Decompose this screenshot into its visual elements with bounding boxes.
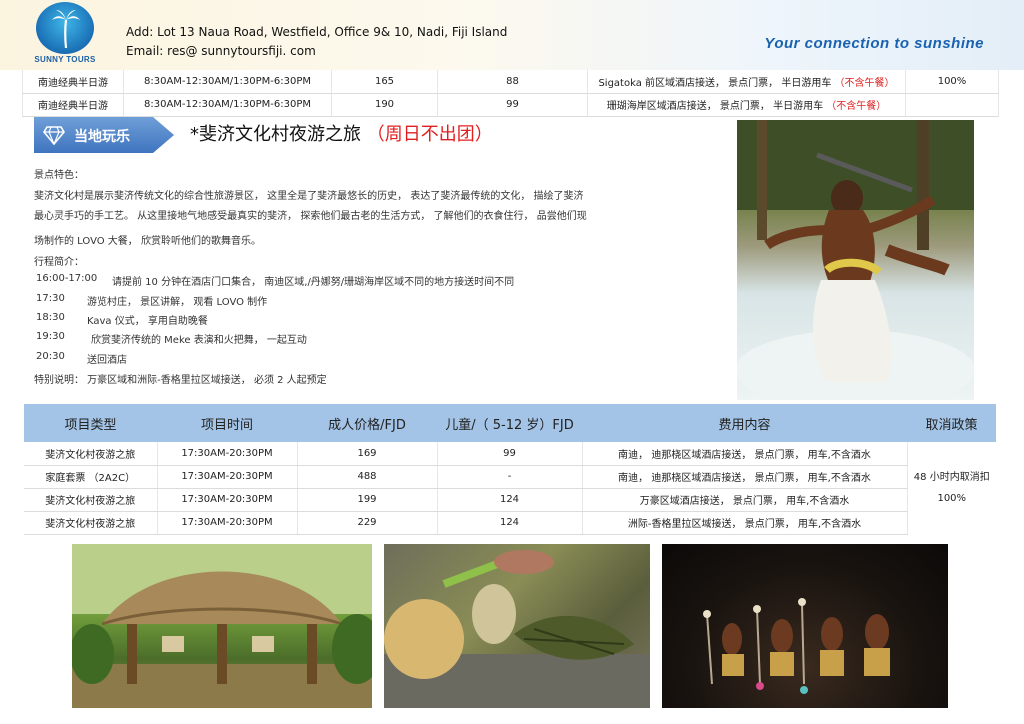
child-price-cell: 99 [437,93,588,117]
itinerary-time: 20:30 [36,351,65,362]
adult-price-cell: 190 [331,93,438,117]
child-price-cell: 124 [437,488,583,512]
table-header-row: 项目类型 项目时间 成人价格/FJD 儿童/（ 5-12 岁）FJD 费用内容 … [24,404,996,442]
thatched-hut-illustration [72,544,372,708]
policy-line: 100% [937,493,967,504]
company-address: Add: Lot 13 Naua Road, Westfield, Office… [126,25,508,39]
description-line: 场制作的 LOVO 大餐， 欣赏聆听他们的歌舞音乐。 [34,236,261,247]
fire-dancer-photo [737,120,974,400]
policy-cell [905,93,999,117]
page-header: SUNNY TOURS Add: Lot 13 Naua Road, Westf… [0,0,1024,70]
table-row: 家庭套票 （2A2C） 17:30AM-20:30PM 488 - 南迪， 迪那… [24,465,996,489]
itinerary-desc: 游览村庄， 景区讲解， 观看 LOVO 制作 [87,297,268,308]
feature-heading: 景点特色： [34,170,84,181]
tour-time-cell: 17:30AM-20:30PM [157,465,298,489]
fee-text: 珊瑚海岸区域酒店接送， 景点门票， 半日游用车 [606,101,827,112]
description-line: 斐济文化村是展示斐济传统文化的综合性旅游景区， 这里全是了斐济最悠长的历史， 表… [34,191,584,202]
itinerary-time: 16:00-17:00 [36,273,98,284]
tour-type-cell: 斐济文化村夜游之旅 [24,511,158,535]
column-header: 费用内容 [582,404,907,442]
company-email: Email: res@ sunnytoursfiji. com [126,44,316,58]
tour-time-cell: 17:30AM-20:30PM [157,511,298,535]
tour-title-note: （周日不出团） [366,124,493,145]
description-line: 最心灵手巧的手工艺。 从这里接地气地感受最真实的斐济， 探索他们最古老的生活方式… [34,211,587,222]
culture-village-price-table: 项目类型 项目时间 成人价格/FJD 儿童/（ 5-12 岁）FJD 费用内容 … [24,404,996,535]
itinerary-desc: 送回酒店 [87,355,127,366]
itinerary-desc: 请提前 10 分钟在酒店门口集合， 南迪区域,/丹娜努/珊瑚海岸区域不同的地方接… [112,277,515,288]
itinerary-time: 17:30 [36,293,65,304]
fee-note: （不含午餐） [826,101,887,112]
table-row: 斐济文化村夜游之旅 17:30AM-20:30PM 199 124 万豪区域酒店… [24,488,996,512]
itinerary-desc: Kava 仪式， 享用自助晚餐 [87,316,208,327]
diamond-icon [43,126,65,145]
logo-text: SUNNY TOURS [34,55,96,64]
fee-note: （不含午餐） [834,77,895,89]
sunny-tours-logo: SUNNY TOURS [33,2,97,66]
table-row: 南迪经典半日游 8:30AM-12:30AM/1:30PM-6:30PM 190… [22,93,999,117]
adult-price-cell: 169 [297,442,438,466]
company-slogan: Your connection to sunshine [764,35,984,52]
child-price-cell: 124 [437,511,583,535]
tour-time-cell: 8:30AM-12:30AM/1:30PM-6:30PM [123,93,332,117]
fire-dancer-illustration [737,120,974,400]
policy-cell: 100% [905,70,999,94]
section-badge: 当地玩乐 [34,117,174,153]
special-note: 特别说明： 万豪区域和洲际-香格里拉区域接送， 必须 2 人起预定 [34,375,327,386]
child-price-cell: 99 [437,442,583,466]
fee-cell: 万豪区域酒店接送， 景点门票， 用车,不含酒水 [582,488,908,512]
fee-cell: 珊瑚海岸区域酒店接送， 景点门票， 半日游用车 （不含午餐） [587,93,906,117]
column-header: 项目时间 [157,404,297,442]
fee-text: Sigatoka 前区域酒店接送， 景点门票， 半日游用车 [598,77,835,89]
table-row: 斐济文化村夜游之旅 17:30AM-20:30PM 169 99 南迪， 迪那桡… [24,442,996,504]
policy-line: 48 小时内取消扣 [913,472,990,483]
tour-type-cell: 家庭套票 （2A2C） [24,465,158,489]
lovo-cooking-photo [384,544,650,708]
fee-cell: Sigatoka 前区域酒店接送， 景点门票， 半日游用车 （不含午餐） [587,70,906,94]
child-price-cell: - [437,465,583,489]
meke-dance-photo [662,544,948,708]
adult-price-cell: 199 [297,488,438,512]
column-header: 取消政策 [907,404,996,442]
thatched-bure-photo [72,544,372,708]
column-header: 儿童/（ 5-12 岁）FJD [437,404,582,442]
fee-cell: 南迪， 迪那桡区域酒店接送， 景点门票， 用车,不含酒水 [582,442,908,466]
itinerary-desc: 欣赏斐济传统的 Meke 表演和火把舞， 一起互动 [91,335,307,346]
tour-type-cell: 南迪经典半日游 [22,70,124,94]
column-header: 项目类型 [24,404,157,442]
fee-cell: 南迪， 迪那桡区域酒店接送， 景点门票， 用车,不含酒水 [582,465,908,489]
tour-time-cell: 8:30AM-12:30AM/1:30PM-6:30PM [123,70,332,94]
meke-performers-illustration [703,598,890,694]
fee-cell: 洲际-香格里拉区域接送， 景点门票， 用车,不含酒水 [582,511,908,535]
badge-label: 当地玩乐 [74,129,130,145]
itinerary-heading: 行程简介： [34,257,84,268]
tour-time-cell: 17:30AM-20:30PM [157,442,298,466]
table-row: 斐济文化村夜游之旅 17:30AM-20:30PM 229 124 洲际-香格里… [24,511,996,535]
tour-type-cell: 斐济文化村夜游之旅 [24,488,158,512]
table-row: 南迪经典半日游 8:30AM-12:30AM/1:30PM-6:30PM 165… [22,70,999,94]
tour-type-cell: 南迪经典半日游 [22,93,124,117]
adult-price-cell: 165 [331,70,438,94]
half-day-tour-table: 南迪经典半日游 8:30AM-12:30AM/1:30PM-6:30PM 165… [22,70,999,117]
cancellation-policy-cell: 48 小时内取消扣 100% [907,442,996,534]
column-header: 成人价格/FJD [297,404,437,442]
adult-price-cell: 229 [297,511,438,535]
itinerary-time: 18:30 [36,312,65,323]
tour-type-cell: 斐济文化村夜游之旅 [24,442,158,466]
palm-tree-icon [52,10,80,48]
tour-time-cell: 17:30AM-20:30PM [157,488,298,512]
lovo-food-illustration [384,550,650,708]
adult-price-cell: 488 [297,465,438,489]
child-price-cell: 88 [437,70,588,94]
logo-emblem [36,2,94,54]
tour-title: *斐济文化村夜游之旅 （周日不出团） [190,120,493,146]
itinerary-time: 19:30 [36,331,65,342]
tour-title-main: *斐济文化村夜游之旅 [190,124,367,145]
